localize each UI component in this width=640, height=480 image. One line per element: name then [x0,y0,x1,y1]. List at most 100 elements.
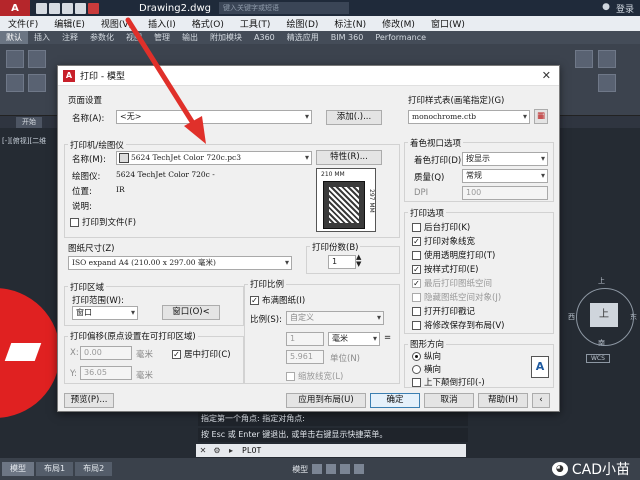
search-input[interactable]: 键入关键字或短语 [219,2,349,14]
tab-performance[interactable]: Performance [369,33,432,42]
snap-icon[interactable] [326,464,337,474]
save-changes-to-layout-checkbox[interactable]: 将修改保存到布局(V) [412,319,504,331]
center-plot-box[interactable]: ✓ [172,349,181,359]
viewcube-west[interactable]: 西 [568,312,575,322]
menu-file[interactable]: 文件(F) [0,17,46,30]
view-tool-icon[interactable] [575,50,593,68]
expand-dialog-icon[interactable]: ‹ [532,393,550,408]
menu-draw[interactable]: 绘图(D) [278,17,326,30]
menu-modify[interactable]: 修改(M) [374,17,423,30]
menu-view[interactable]: 视图(V) [93,17,140,30]
scale-lineweights-checkbox[interactable]: 缩放线宽(L) [286,370,343,382]
close-icon[interactable]: ✕ [196,446,210,455]
new-icon[interactable] [36,2,47,14]
tab-default[interactable]: 默认 [0,31,28,44]
tab-manage[interactable]: 管理 [148,32,176,43]
dpi-input[interactable]: 100 [462,186,548,200]
tab-bim360[interactable]: BIM 360 [325,33,370,42]
copies-input[interactable]: 1 [328,255,356,269]
autocad-logo[interactable]: A [0,0,30,16]
arc-tool-icon[interactable] [28,74,46,92]
landscape-radio-dot[interactable] [412,364,421,374]
sign-in-link[interactable]: 登录 [616,2,634,15]
help-button[interactable]: 帮助(H) [478,393,528,408]
portrait-radio-dot[interactable] [412,351,421,361]
user-icon[interactable]: ● [602,2,610,15]
circle-tool-icon[interactable] [6,74,24,92]
polyline-tool-icon[interactable] [28,50,46,68]
plot-style-select[interactable]: monochrome.ctb [408,110,530,124]
option-box[interactable] [412,306,421,316]
close-icon[interactable]: ✕ [542,69,551,82]
scale-units-input[interactable]: 5.961 [286,350,324,364]
option-box[interactable]: ✓ [412,236,421,246]
tab-featured-apps[interactable]: 精选应用 [281,32,325,43]
viewcube-top-face[interactable]: 上 [590,303,618,327]
option-box[interactable] [412,320,421,330]
wcs-menu[interactable]: WCS [586,354,610,363]
plot-transparency-checkbox[interactable]: 使用透明度打印(T) [412,249,495,261]
viewcube[interactable]: 上 西 东 南 上 WCS [568,276,638,366]
line-tool-icon[interactable] [6,50,24,68]
preview-button[interactable]: 预览(P)... [64,393,114,408]
menu-insert[interactable]: 插入(I) [140,17,184,30]
ortho-icon[interactable] [340,464,351,474]
plot-range-select[interactable]: 窗口 [72,306,138,320]
portrait-radio[interactable]: 纵向 [412,350,441,362]
paper-size-select[interactable]: ISO expand A4 (210.00 x 297.00 毫米) [68,256,292,270]
tab-start[interactable]: 开始 [16,117,42,128]
menu-tools[interactable]: 工具(T) [232,17,279,30]
wrench-icon[interactable]: ⚙ [210,446,224,455]
offset-y-input[interactable]: 36.05 [80,366,132,380]
background-plot-checkbox[interactable]: 后台打印(K) [412,221,470,233]
add-page-setup-button[interactable]: 添加(.)... [326,110,382,125]
option-box[interactable]: ✓ [412,264,421,274]
base-tool-icon[interactable] [598,74,616,92]
scale-value-input[interactable]: 1 [286,332,324,346]
upside-down-box[interactable] [412,377,421,387]
save-icon[interactable] [62,2,73,14]
scale-select[interactable]: 自定义 [286,311,384,325]
grid-icon[interactable] [312,464,323,474]
option-box[interactable]: ✓ [412,278,421,288]
save-as-icon[interactable] [75,2,86,14]
center-plot-checkbox[interactable]: ✓ 居中打印(C) [172,348,231,360]
scale-lineweights-box[interactable] [286,371,295,381]
polar-icon[interactable] [354,464,365,474]
window-pick-button[interactable]: 窗口(O)< [162,305,220,320]
group-tool-icon[interactable] [598,50,616,68]
tab-parametric[interactable]: 参数化 [84,32,120,43]
open-icon[interactable] [49,2,60,14]
plot-paperspace-last-checkbox[interactable]: ✓ 最后打印图纸空间 [412,277,492,289]
plot-icon[interactable] [88,2,99,14]
fit-to-paper-box[interactable]: ✓ [250,295,259,305]
model-space-toggle[interactable]: 模型 [292,464,308,475]
tab-output[interactable]: 输出 [176,32,204,43]
plot-to-file-box[interactable] [70,217,79,227]
option-box[interactable] [412,222,421,232]
fit-to-paper-checkbox[interactable]: ✓ 布满图纸(I) [250,294,305,306]
edit-plot-style-icon[interactable]: ▦ [534,109,548,124]
plot-to-file-checkbox[interactable]: 打印到文件(F) [70,216,136,228]
hide-paperspace-objects-checkbox[interactable]: 隐藏图纸空间对象(J) [412,291,501,303]
offset-x-input[interactable]: 0.00 [80,346,132,360]
menu-dimension[interactable]: 标注(N) [326,17,374,30]
upside-down-checkbox[interactable]: 上下颠倒打印(-) [412,376,485,388]
shade-plot-select[interactable]: 按显示 [462,152,548,166]
page-setup-select[interactable]: <无> [116,110,312,124]
tab-addins[interactable]: 附加模块 [204,32,248,43]
menu-format[interactable]: 格式(O) [184,17,232,30]
menu-edit[interactable]: 编辑(E) [46,17,93,30]
plotter-properties-button[interactable]: 特性(R)... [316,150,382,165]
tab-insert[interactable]: 插入 [28,32,56,43]
landscape-radio[interactable]: 横向 [412,363,441,375]
layout-tab-model[interactable]: 模型 [2,462,34,476]
layout-tab-layout1[interactable]: 布局1 [36,462,74,476]
plot-stamp-checkbox[interactable]: 打开打印戳记 [412,305,475,317]
layout-tab-layout2[interactable]: 布局2 [75,462,113,476]
plotter-select[interactable]: 5624 TechJet Color 720c.pc3 [116,151,312,165]
cancel-button[interactable]: 取消 [424,393,474,408]
apply-to-layout-button[interactable]: 应用到布局(U) [286,393,366,408]
tab-view[interactable]: 视图 [120,32,148,43]
scale-unit-select[interactable]: 毫米 [328,332,380,346]
